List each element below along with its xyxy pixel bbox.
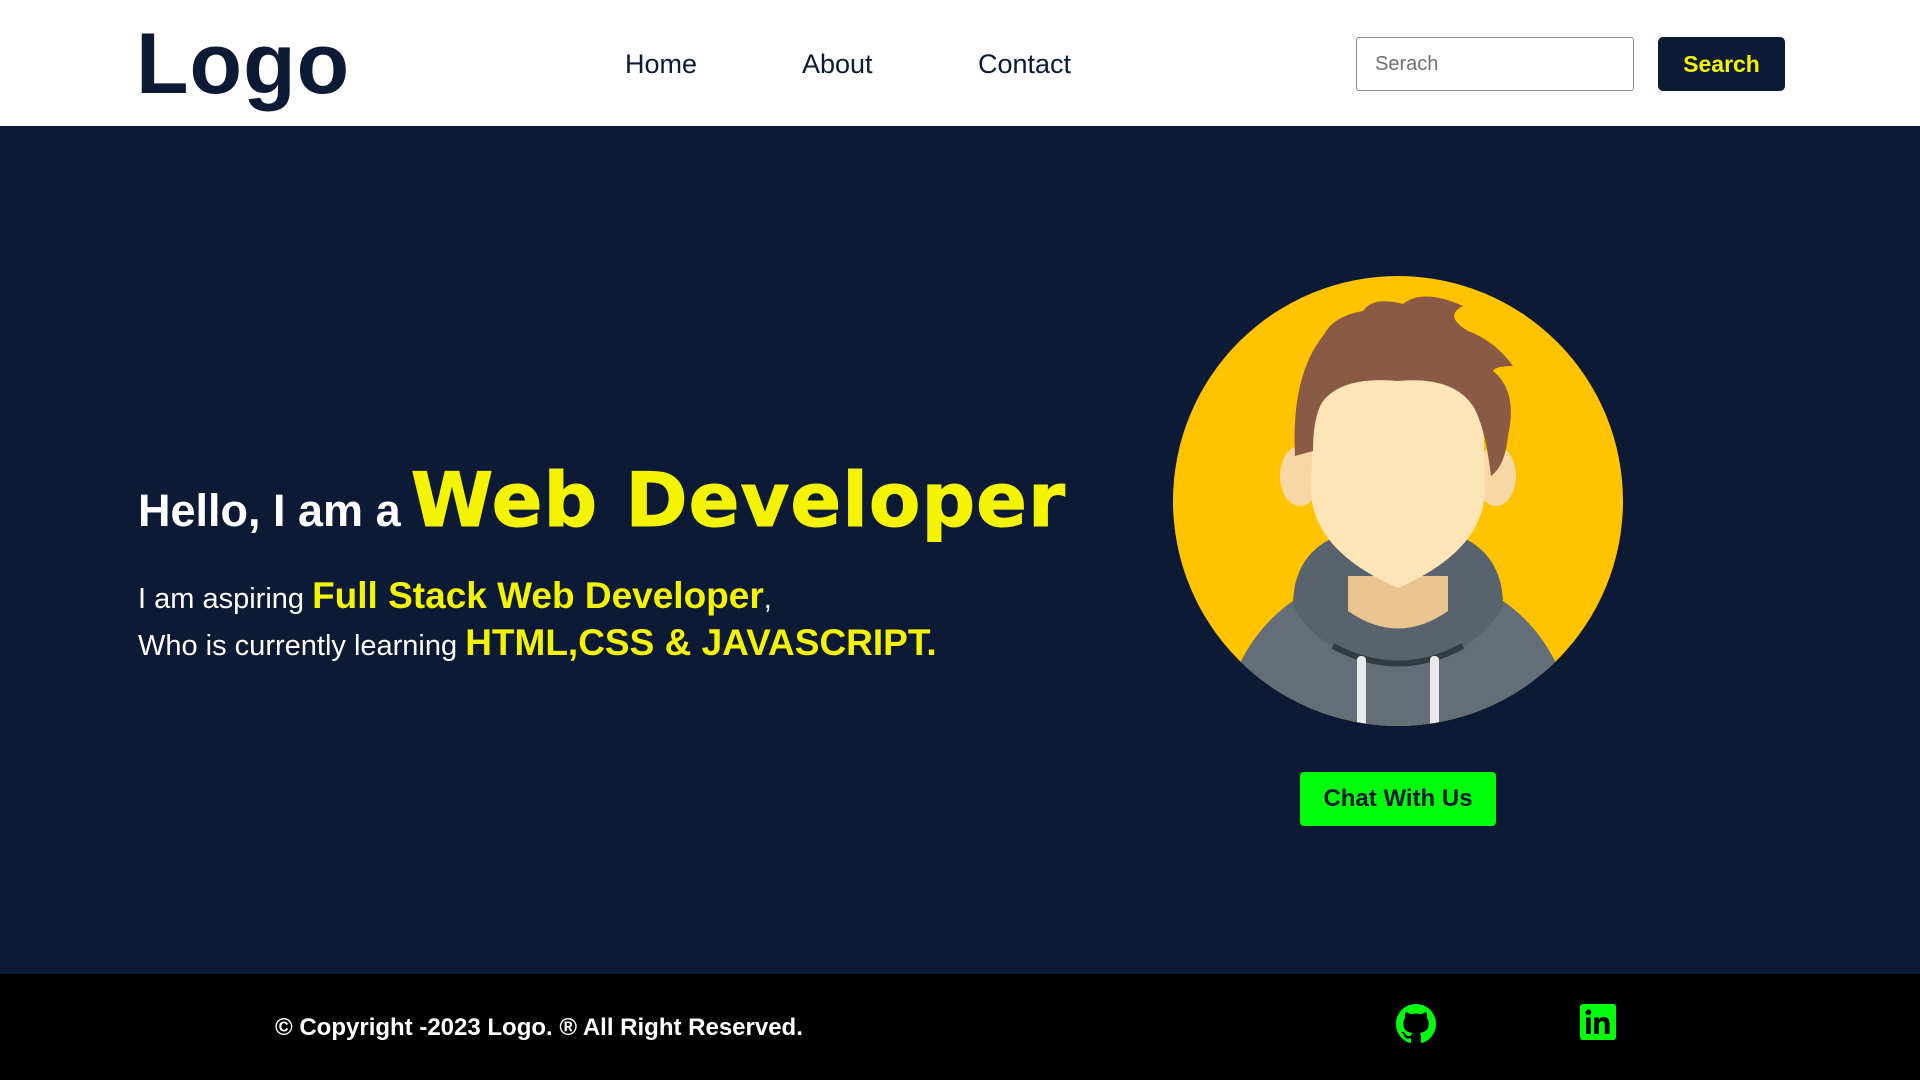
nav-link-home[interactable]: Home <box>625 44 697 84</box>
nav-link-about[interactable]: About <box>802 44 873 84</box>
hero-greeting: Hello, I am a <box>138 485 401 536</box>
site-header: Logo Home About Contact Search <box>0 0 1920 126</box>
copyright-text: © Copyright -2023 Logo. ® All Right Rese… <box>275 1014 803 1041</box>
hero-section: Hello, I am a Web Developer I am aspiring… <box>0 126 1920 974</box>
nav-link-contact[interactable]: Contact <box>978 44 1071 84</box>
hero-headline: Hello, I am a Web Developer <box>138 456 1066 545</box>
bio-line1-suffix: , <box>763 583 772 615</box>
user-avatar-icon <box>1173 276 1623 726</box>
search-input[interactable] <box>1356 37 1634 91</box>
bio-line1-prefix: I am aspiring <box>138 583 313 615</box>
logo[interactable]: Logo <box>136 16 350 112</box>
bio-line1-highlight: Full Stack Web Developer <box>312 575 764 616</box>
hero-role: Web Developer <box>410 456 1066 545</box>
site-footer: © Copyright -2023 Logo. ® All Right Rese… <box>0 974 1920 1080</box>
chat-button[interactable]: Chat With Us <box>1300 772 1496 826</box>
github-icon[interactable] <box>1396 1004 1436 1044</box>
linkedin-icon[interactable] <box>1580 1004 1620 1044</box>
bio-line2-prefix: Who is currently learning <box>138 630 466 662</box>
hero-bio: I am aspiring Full Stack Web Developer, … <box>138 574 937 668</box>
avatar <box>1173 276 1623 726</box>
search-button[interactable]: Search <box>1658 37 1785 91</box>
bio-line2-highlight: HTML,CSS & JAVASCRIPT. <box>465 622 937 663</box>
